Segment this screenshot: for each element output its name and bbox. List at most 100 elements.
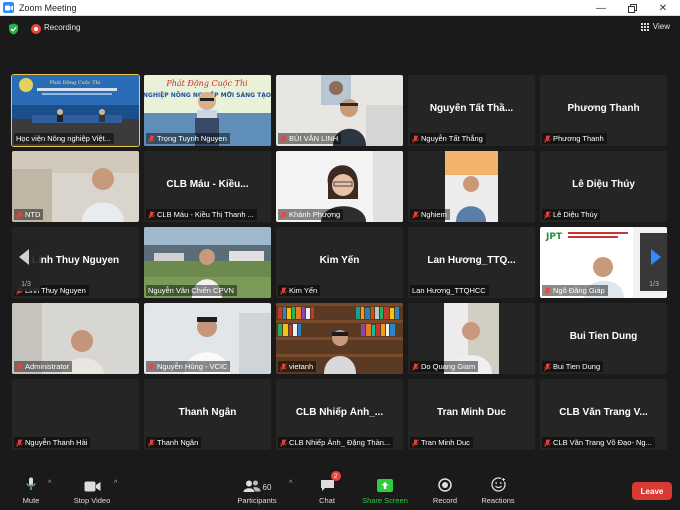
next-page-button[interactable]: 1/3 (640, 233, 668, 291)
reactions-button[interactable]: Reactions (480, 474, 516, 510)
participant-tile[interactable]: Nguyễn Tất Thầ... Nguyễn Tất Thắng (408, 75, 535, 146)
meeting-topbar: Recording View (0, 16, 680, 42)
participant-name: Lan Hương_TTQHCC (412, 286, 486, 295)
zoom-app-icon (3, 2, 14, 13)
participants-button[interactable]: 60 Participants (236, 474, 278, 510)
muted-mic-icon (544, 362, 551, 371)
participant-tile[interactable]: Nguyễn Văn Chiến CPVN (144, 227, 271, 298)
participant-name-label: Phương Thanh (542, 133, 607, 144)
participant-tile[interactable]: CLB Văn Trang V... CLB Văn Trang Võ Đạo- … (540, 379, 667, 450)
smiley-icon (490, 477, 506, 492)
participant-tile[interactable]: Nguyễn Thanh Hải (12, 379, 139, 450)
participant-tile[interactable]: Phát Động Cuộc Thi Học viện Nông nghiệp V… (11, 74, 140, 147)
participant-name: CLB Nhiếp Ảnh_ Đặng Thàn... (289, 438, 391, 447)
participant-tile[interactable]: Nghiem (408, 151, 535, 222)
participant-display-name: Lan Hương_TTQ... (427, 255, 516, 266)
video-options-caret-icon[interactable]: ^ (114, 480, 117, 487)
participant-tile[interactable]: CLB Nhiếp Ảnh_... CLB Nhiếp Ảnh_ Đặng Thà… (276, 379, 403, 450)
participant-name: Nguyễn Văn Chiến CPVN (148, 286, 234, 295)
participant-tile[interactable]: Lan Hương_TTQ... Lan Hương_TTQHCC (408, 227, 535, 298)
participant-name-label: BÙI VĂN LINH (278, 133, 342, 144)
participant-name: Administrator (25, 362, 70, 371)
muted-mic-icon (544, 210, 551, 219)
view-button[interactable]: View (640, 22, 670, 31)
participant-name: Nghiem (421, 210, 447, 219)
participant-name-label: Kim Yến (278, 285, 321, 296)
muted-mic-icon (412, 362, 419, 371)
participant-tile[interactable]: Thanh Ngân Thanh Ngân (144, 379, 271, 450)
page-indicator-left: 1/3 (21, 281, 31, 288)
recording-status: Recording (44, 23, 81, 32)
participant-display-name: Thanh Ngân (178, 407, 237, 418)
chat-button[interactable]: 2 Chat (316, 471, 341, 510)
participants-count: 60 (262, 483, 272, 492)
muted-mic-icon (544, 438, 551, 447)
participant-name-label: Do Quang Giam (410, 361, 479, 372)
record-icon (438, 478, 452, 492)
participant-name-label: Khánh Phượng (278, 209, 344, 220)
muted-mic-icon (412, 438, 419, 447)
participant-display-name: Bui Tien Dung (569, 331, 638, 342)
mute-button[interactable]: Mute (16, 474, 46, 510)
participant-name-label: Lan Hương_TTQHCC (410, 285, 489, 296)
participant-name: Thanh Ngân (157, 438, 199, 447)
video-camera-icon (84, 481, 100, 492)
participant-tile[interactable]: Kim Yến Kim Yến (276, 227, 403, 298)
participant-name: CLB Máu - Kiều Thị Thanh ... (157, 210, 254, 219)
participant-name: Ngô Đăng Giáp (553, 286, 605, 295)
chat-unread-badge: 2 (330, 471, 341, 481)
previous-page-button[interactable]: 1/3 (12, 233, 40, 291)
leave-button[interactable]: Leave (632, 482, 672, 500)
share-screen-button[interactable]: Share Screen (362, 474, 408, 510)
muted-mic-icon (544, 134, 551, 143)
participant-tile[interactable]: Lê Diệu Thúy Lê Diệu Thúy (540, 151, 667, 222)
muted-mic-icon (148, 134, 155, 143)
participants-options-caret-icon[interactable]: ^ (289, 480, 292, 487)
participant-name-label: Nguyễn Tất Thắng (410, 133, 486, 144)
chevron-right-icon (651, 249, 661, 265)
participant-display-name: CLB Máu - Kiều... (166, 179, 249, 190)
participant-tile[interactable]: Do Quang Giam (408, 303, 535, 374)
muted-mic-icon (280, 362, 287, 371)
participant-name: Tran Minh Duc (421, 438, 470, 447)
participant-tile[interactable]: NTD (12, 151, 139, 222)
restore-icon[interactable] (617, 0, 647, 16)
participant-tile[interactable]: Tran Minh Duc Tran Minh Duc (408, 379, 535, 450)
muted-mic-icon (412, 134, 419, 143)
participant-display-name: Phương Thanh (567, 103, 640, 114)
participant-display-name: Lê Diệu Thúy (572, 179, 635, 190)
muted-mic-icon (16, 362, 23, 371)
participant-tile[interactable]: Phát Động Cuộc ThiE NGHIỆP NÔNG NGHIỆP M… (144, 75, 271, 146)
participant-tile[interactable]: Nguyễn Hùng - VCIC (144, 303, 271, 374)
participant-name: Nguyễn Tất Thắng (421, 134, 483, 143)
participant-tile[interactable]: vietanh (276, 303, 403, 374)
participant-display-name: Nguyễn Tất Thầ... (429, 103, 514, 114)
stop-video-button[interactable]: Stop Video (72, 474, 112, 510)
participant-tile[interactable]: CLB Máu - Kiều... CLB Máu - Kiều Thị Than… (144, 151, 271, 222)
record-button[interactable]: Record (430, 474, 460, 510)
participant-tile[interactable]: Khánh Phượng (276, 151, 403, 222)
muted-mic-icon (16, 438, 23, 447)
muted-mic-icon (16, 210, 23, 219)
participants-icon (243, 480, 261, 492)
participant-display-name: Tran Minh Duc (437, 407, 506, 418)
participant-tile[interactable]: Bui Tien Dung Bui Tien Dung (540, 303, 667, 374)
participant-tile[interactable]: BÙI VĂN LINH (276, 75, 403, 146)
muted-mic-icon (280, 210, 287, 219)
stop-video-label: Stop Video (73, 496, 111, 505)
participant-name-label: CLB Văn Trang Võ Đạo- Ng... (542, 437, 655, 448)
audio-options-caret-icon[interactable]: ^ (48, 480, 51, 487)
participant-name: vietanh (289, 362, 314, 371)
participant-name-label: Nghiem (410, 209, 450, 220)
participant-tile[interactable]: Phương Thanh Phương Thanh (540, 75, 667, 146)
close-icon[interactable]: ✕ (648, 0, 678, 16)
participant-tile[interactable]: Administrator (12, 303, 139, 374)
minimize-icon[interactable]: — (586, 0, 616, 16)
svg-text:Phát Động Cuộc Thi: Phát Động Cuộc Thi (165, 79, 248, 88)
muted-mic-icon (544, 286, 551, 295)
participant-name-label: vietanh (278, 361, 317, 372)
chat-bubble-icon (320, 480, 334, 491)
participant-name-label: CLB Máu - Kiều Thị Thanh ... (146, 209, 257, 220)
participant-name-label: Học viện Nông nghiệp Việt... (14, 133, 114, 144)
security-shield-icon[interactable] (8, 23, 19, 35)
